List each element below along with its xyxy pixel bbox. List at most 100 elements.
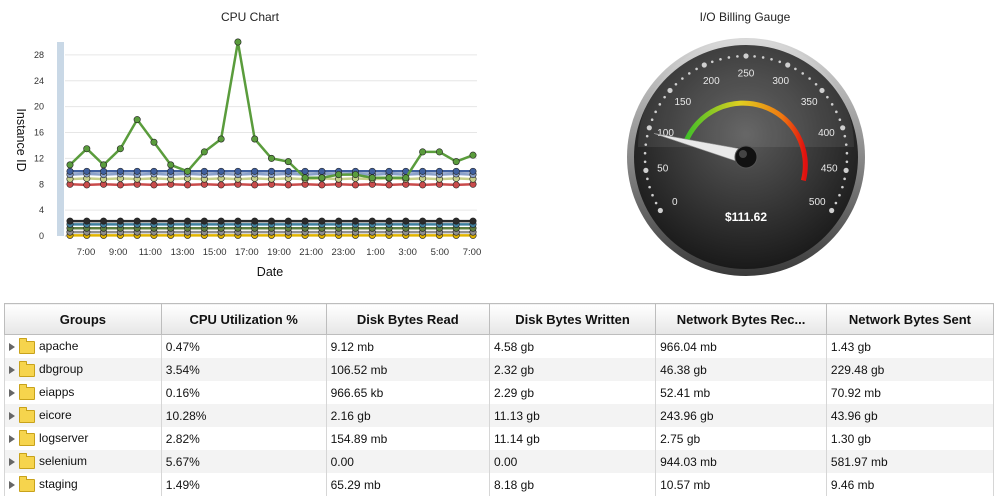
expand-arrow-icon[interactable] [9, 389, 15, 398]
data-point [301, 174, 309, 182]
table-cell: 70.92 mb [825, 381, 995, 404]
x-tick-label: 7:00 [463, 247, 482, 258]
gauge-tick [753, 55, 756, 58]
table-row[interactable]: selenium 5.67% 0.00 0.00 944.03 mb 581.97 mb [4, 450, 995, 473]
table-cell: 11.14 gb [488, 427, 657, 450]
data-point [83, 217, 91, 225]
data-point [83, 145, 91, 153]
data-point [402, 174, 410, 182]
data-point [116, 167, 124, 175]
gauge-tick [843, 177, 846, 181]
data-point [469, 217, 477, 225]
expand-arrow-icon[interactable] [9, 412, 15, 421]
table-cell: 2.82% [160, 427, 327, 450]
data-point [419, 217, 427, 225]
column-header[interactable]: Network Bytes Rec... [655, 303, 827, 335]
table-row[interactable]: eicore 10.28% 2.16 gb 11.13 gb 243.96 gb 43.9… [4, 404, 995, 427]
expand-arrow-icon[interactable] [9, 343, 15, 352]
folder-icon [19, 452, 35, 469]
data-point [133, 167, 141, 175]
table-cell: 8.18 gb [488, 473, 657, 496]
gauge-hub [734, 145, 758, 169]
folder-icon [19, 429, 35, 446]
folder-icon [19, 475, 35, 492]
gauge-tick [736, 55, 739, 58]
gauge-readout: $111.62 [725, 210, 767, 224]
folder-icon [19, 360, 35, 377]
table-cell: 43.96 gb [825, 404, 995, 427]
data-point [284, 181, 292, 189]
cpu-chart: 0 4 8 12 16 20 24 28 7:00 9:00 11:00 13:00 15:00 17:0… [14, 38, 482, 279]
table-cell: 10.57 mb [655, 473, 827, 496]
gauge-label: 0 [672, 197, 678, 208]
table-row[interactable]: eiapps 0.16% 966.65 kb 2.29 gb 52.41 mb 70.92… [4, 381, 995, 404]
table-row[interactable]: staging 1.49% 65.29 mb 8.18 gb 10.57 mb 9.46 … [4, 473, 995, 496]
data-point [435, 167, 443, 175]
data-point [83, 181, 91, 189]
table-row[interactable]: apache 0.47% 9.12 mb 4.58 gb 966.04 mb 1.43 g… [4, 334, 995, 358]
table-cell: 2.16 gb [325, 404, 490, 427]
data-point [318, 174, 326, 182]
gauge-tick [648, 185, 651, 189]
data-point [200, 167, 208, 175]
data-point [351, 171, 359, 179]
table-cell: 3.54% [160, 358, 327, 381]
y-tick-label: 24 [34, 76, 44, 86]
data-point [318, 167, 326, 175]
table-cell: 0.00 [488, 450, 657, 473]
column-header[interactable]: Disk Bytes Read [325, 303, 490, 335]
gauge-tick [843, 134, 847, 138]
folder-icon [19, 383, 35, 400]
table-cell: 106.52 mb [325, 358, 490, 381]
column-header[interactable]: Disk Bytes Written [488, 303, 657, 335]
table-cell: 4.58 gb [488, 334, 657, 358]
table-cell: 966.04 mb [655, 334, 827, 358]
gauge-tick [663, 95, 666, 99]
data-point [234, 167, 242, 175]
data-point [301, 217, 309, 225]
column-header[interactable]: Groups [4, 303, 162, 335]
gauge-tick [819, 87, 825, 94]
io-billing-gauge: 050100150200250300350400450500$111.62 [627, 38, 865, 276]
data-point [217, 181, 225, 189]
data-point [217, 167, 225, 175]
y-tick-label: 12 [34, 153, 44, 163]
table-cell: 229.48 gb [825, 358, 995, 381]
expand-arrow-icon[interactable] [9, 435, 15, 444]
gauge-tick [701, 62, 707, 68]
data-point [234, 38, 242, 46]
y-axis-title: Instance ID [14, 108, 28, 171]
data-point [184, 217, 192, 225]
data-point [368, 174, 376, 182]
table-row[interactable]: dbgroup 3.54% 106.52 mb 2.32 gb 46.38 gb 229.… [4, 358, 995, 381]
table-row[interactable]: logserver 2.82% 154.89 mb 11.14 gb 2.75 gb 1.… [4, 427, 995, 450]
x-tick-label: 15:00 [203, 247, 227, 258]
column-header[interactable]: Network Bytes Sent [825, 303, 995, 335]
expand-arrow-icon[interactable] [9, 366, 15, 375]
x-tick-label: 3:00 [398, 247, 417, 258]
gauge-tick [834, 201, 838, 205]
table-cell: 65.29 mb [325, 473, 490, 496]
data-point [419, 148, 427, 156]
data-point [419, 167, 427, 175]
gauge-tick [840, 125, 846, 131]
gauge-label: 200 [703, 76, 720, 87]
gauge-tick [845, 151, 849, 155]
gauge-tick [719, 57, 722, 61]
gauge-tick [646, 125, 652, 131]
folder-icon [19, 406, 35, 423]
data-point [267, 167, 275, 175]
gauge-label: 500 [809, 197, 826, 208]
gauge-tick [658, 103, 662, 106]
table-cell: 2.75 gb [655, 427, 827, 450]
data-point [435, 217, 443, 225]
expand-arrow-icon[interactable] [9, 481, 15, 490]
group-name: logserver [39, 431, 89, 446]
expand-arrow-icon[interactable] [9, 458, 15, 467]
table-cell: 1.49% [160, 473, 327, 496]
table-cell: 2.32 gb [488, 358, 657, 381]
data-point [217, 135, 225, 143]
data-point [318, 181, 326, 189]
table-cell: 52.41 mb [655, 381, 827, 404]
column-header[interactable]: CPU Utilization % [160, 303, 327, 335]
